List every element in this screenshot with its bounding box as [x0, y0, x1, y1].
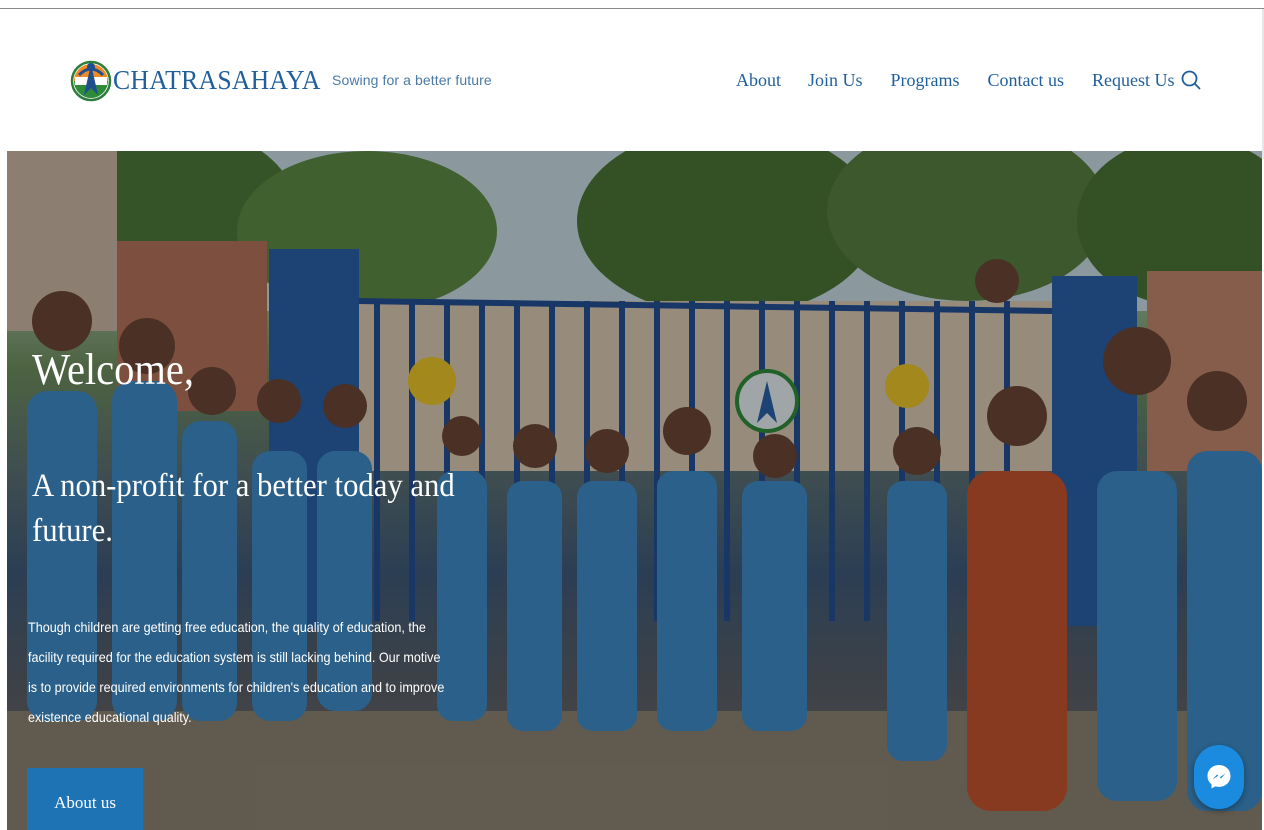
nav-contact-us[interactable]: Contact us: [988, 68, 1065, 92]
hero-description: Though children are getting free educati…: [28, 619, 445, 725]
logo-icon: [70, 55, 112, 105]
messenger-chat-button[interactable]: [1194, 745, 1244, 809]
nav-about[interactable]: About: [736, 68, 781, 92]
nav-join-us[interactable]: Join Us: [808, 68, 863, 92]
search-icon[interactable]: [1180, 69, 1202, 91]
main-nav: About Join Us Programs Contact us Reques…: [736, 68, 1203, 92]
nav-request-us[interactable]: Request Us: [1092, 68, 1175, 92]
brand-name: CHATRASAHAYA: [113, 64, 321, 95]
hero-subheading: A non-profit for a better today and futu…: [32, 468, 455, 549]
tagline: Sowing for a better future: [332, 72, 492, 88]
hero-welcome: Welcome,: [32, 345, 194, 394]
hero-banner: Welcome, A non-profit for a better today…: [7, 151, 1262, 830]
messenger-icon: [1207, 765, 1231, 789]
site-header: CHATRASAHAYA Sowing for a better future …: [0, 9, 1262, 151]
nav-programs[interactable]: Programs: [891, 68, 960, 92]
brand-link[interactable]: CHATRASAHAYA: [70, 55, 332, 105]
about-us-button[interactable]: About us: [27, 768, 143, 830]
